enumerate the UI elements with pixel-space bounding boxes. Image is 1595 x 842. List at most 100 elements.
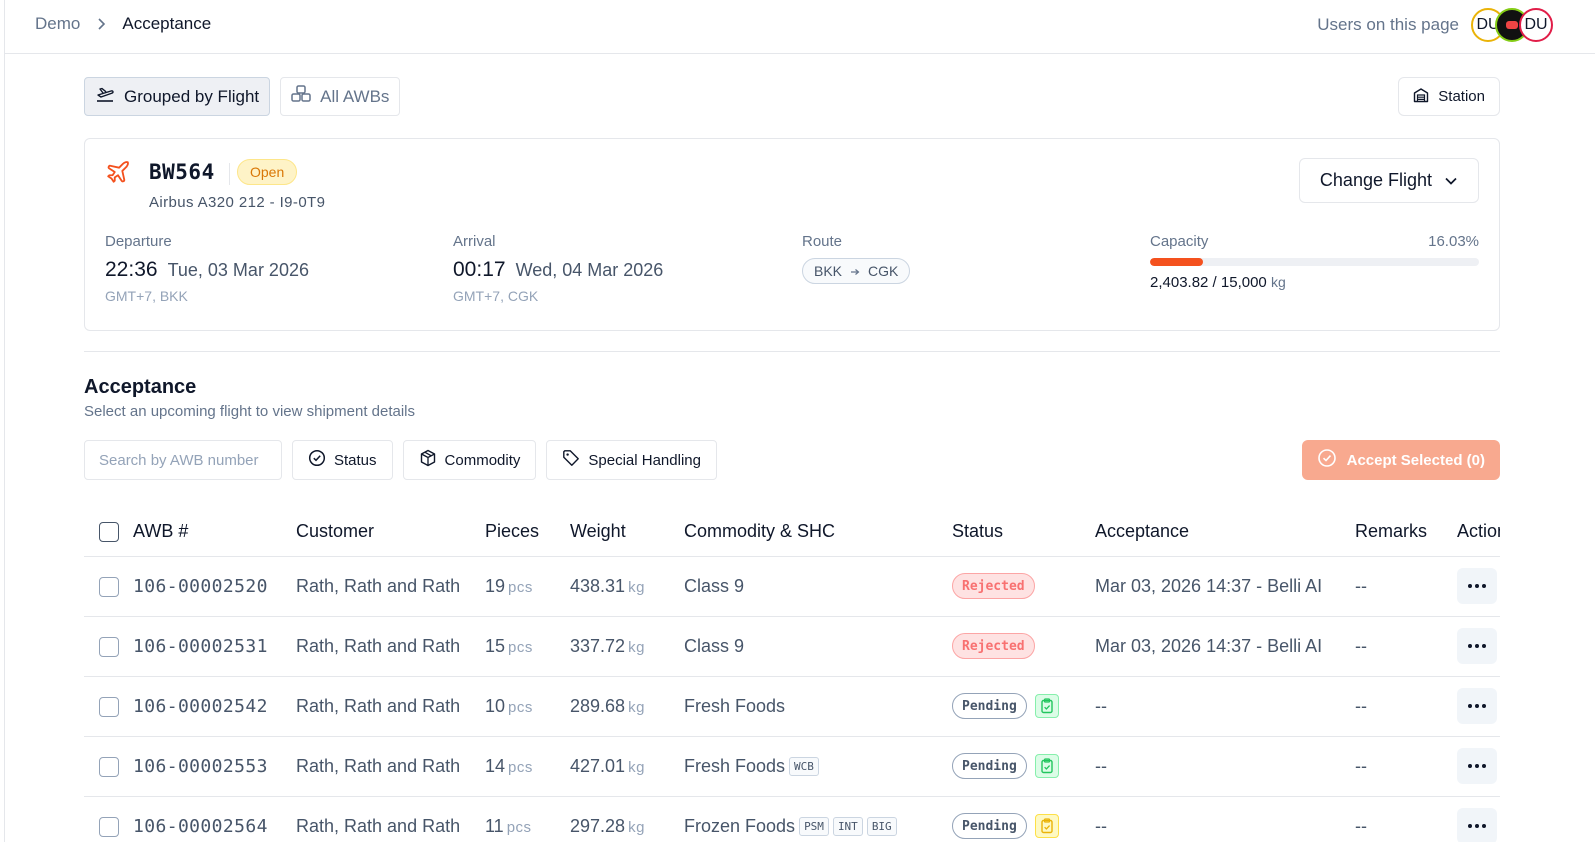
dot [1482, 824, 1486, 828]
column-header-status[interactable]: Status [952, 507, 1095, 557]
awb-number[interactable]: 106-00002531 [133, 636, 268, 657]
station-button[interactable]: Station [1398, 77, 1500, 116]
customer-name: Rath, Rath and Rath [296, 575, 461, 596]
acceptance-info: Mar 03, 2026 14:37 - Belli AI [1095, 575, 1323, 596]
dot [1468, 704, 1472, 708]
status-badge: Rejected [952, 633, 1035, 659]
awb-number[interactable]: 106-00002564 [133, 816, 268, 837]
row-checkbox[interactable] [99, 756, 119, 777]
users-label: Users on this page [1317, 15, 1459, 34]
capacity-unit: kg [1270, 274, 1286, 290]
status-badge: Open [237, 159, 298, 185]
more-actions-button[interactable] [1457, 568, 1497, 604]
plane-departure-icon [95, 85, 115, 108]
plane-icon [105, 159, 131, 190]
row-checkbox[interactable] [99, 576, 119, 597]
column-header-acceptance[interactable]: Acceptance [1095, 507, 1355, 557]
dot [1475, 644, 1479, 648]
accept-selected-button[interactable]: Accept Selected (0) [1301, 440, 1500, 480]
column-header-remarks[interactable]: Remarks [1355, 507, 1457, 557]
dot [1482, 704, 1486, 708]
commodity-filter-button[interactable]: Commodity [402, 440, 537, 480]
more-actions-button[interactable] [1457, 808, 1497, 842]
column-header-commodity[interactable]: Commodity & SHC [684, 507, 952, 557]
search-input[interactable] [84, 440, 282, 480]
weight-unit: kg [628, 578, 645, 596]
dot [1468, 584, 1472, 588]
arrow-right-icon [850, 263, 860, 279]
row-checkbox[interactable] [99, 636, 119, 657]
commodity-name: Frozen Foods [684, 815, 796, 836]
shc-tag: INT [832, 817, 863, 837]
route-origin: BKK [814, 263, 843, 279]
table-row[interactable]: 106-00002542 Rath, Rath and Rath 10 pcs 289.… [84, 676, 1500, 737]
more-actions-button[interactable] [1457, 628, 1497, 664]
dot [1475, 704, 1479, 708]
avatar-initials: DU [1524, 16, 1548, 33]
table-row[interactable]: 106-00002553 Rath, Rath and Rath 14 pcs 427.… [84, 736, 1500, 797]
dot [1482, 644, 1486, 648]
departure-date: Tue, 03 Mar 2026 [167, 260, 309, 280]
column-header-awb[interactable]: AWB # [133, 507, 296, 557]
status-badge: Rejected [952, 573, 1035, 599]
left-border [4, 0, 5, 842]
awb-number[interactable]: 106-00002520 [133, 576, 268, 597]
dot [1475, 764, 1479, 768]
dot [1482, 584, 1486, 588]
warehouse-icon [1413, 87, 1429, 107]
status-filter-button[interactable]: Status [292, 440, 393, 480]
departure-block: Departure 22:36 Tue, 03 Mar 2026 GMT+7, … [105, 233, 309, 304]
capacity-block: Capacity 16.03% 2,403.82 / 15,000 kg [1150, 233, 1479, 291]
status-badge: Pending [952, 813, 1027, 839]
capacity-value-text: 2,403.82 / 15,000 [1150, 274, 1267, 291]
pieces-value: 11 [485, 815, 504, 836]
all-awbs-button[interactable]: All AWBs [280, 77, 401, 116]
customer-name: Rath, Rath and Rath [296, 815, 461, 836]
status-badge: Pending [952, 753, 1027, 779]
special-handling-filter-button[interactable]: Special Handling [546, 440, 717, 480]
acceptance-info: Mar 03, 2026 14:37 - Belli AI [1095, 635, 1323, 656]
select-all-checkbox[interactable] [99, 521, 119, 542]
table-row[interactable]: 106-00002531 Rath, Rath and Rath 15 pcs 337.… [84, 616, 1500, 677]
pieces-value: 10 [485, 695, 506, 716]
change-flight-button[interactable]: Change Flight [1298, 158, 1479, 203]
section-title: Acceptance [84, 376, 197, 398]
route-destination: CGK [868, 263, 899, 279]
brand-logo-icon [1506, 21, 1518, 29]
row-checkbox[interactable] [99, 696, 119, 717]
awb-number[interactable]: 106-00002553 [133, 756, 268, 777]
customer-name: Rath, Rath and Rath [296, 695, 461, 716]
table-body: 106-00002520 Rath, Rath and Rath 19 pcs 438.… [84, 556, 1500, 842]
pieces-unit: pcs [508, 758, 533, 776]
row-checkbox[interactable] [99, 816, 119, 837]
capacity-bar [1150, 258, 1479, 266]
departure-label: Departure [105, 233, 172, 250]
weight-value: 438.31 [570, 575, 626, 596]
clipboard-check-icon[interactable] [1034, 694, 1059, 718]
column-header-pieces[interactable]: Pieces [485, 507, 570, 557]
pieces-unit: pcs [508, 698, 533, 716]
avatar[interactable]: DU [1519, 8, 1553, 42]
pieces-unit: pcs [508, 638, 533, 656]
clipboard-check-icon[interactable] [1034, 754, 1059, 778]
column-header-weight[interactable]: Weight [570, 507, 684, 557]
more-actions-button[interactable] [1457, 748, 1497, 784]
grouped-by-flight-button[interactable]: Grouped by Flight [84, 77, 271, 116]
table-row[interactable]: 106-00002564 Rath, Rath and Rath 11 pcs 297.… [84, 796, 1500, 842]
departure-timezone: GMT+7, BKK [105, 288, 188, 304]
more-actions-button[interactable] [1457, 688, 1497, 724]
column-header-customer[interactable]: Customer [296, 507, 485, 557]
breadcrumb-demo[interactable]: Demo [35, 14, 80, 34]
commodity-filter-label: Commodity [444, 451, 521, 469]
view-toggle: Grouped by Flight All AWBs [84, 77, 401, 116]
arrival-date: Wed, 04 Mar 2026 [515, 260, 664, 280]
clipboard-check-icon[interactable] [1034, 814, 1059, 838]
route-label: Route [802, 233, 843, 250]
pieces-value: 15 [485, 635, 506, 656]
weight-value: 337.72 [570, 635, 626, 656]
awb-number[interactable]: 106-00002542 [133, 696, 268, 717]
circle-check-icon [1317, 448, 1337, 472]
route-block: Route BKK CGK [802, 233, 911, 284]
table-row[interactable]: 106-00002520 Rath, Rath and Rath 19 pcs 438.… [84, 556, 1500, 617]
acceptance-info: -- [1095, 695, 1107, 716]
